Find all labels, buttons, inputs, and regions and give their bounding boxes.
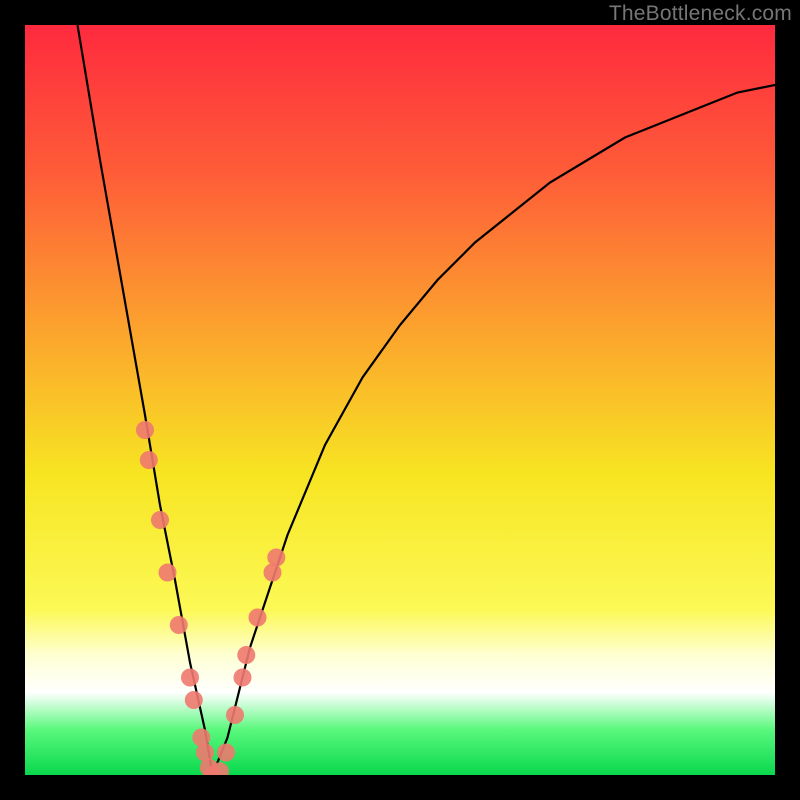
highlighted-dots-group — [136, 421, 285, 775]
highlight-dot — [196, 744, 214, 762]
chart-frame: TheBottleneck.com — [0, 0, 800, 800]
highlight-dot — [185, 691, 203, 709]
highlight-dot — [192, 729, 210, 747]
highlight-dot — [151, 511, 169, 529]
highlight-dot — [237, 646, 255, 664]
highlight-dot — [136, 421, 154, 439]
highlight-dot — [249, 609, 267, 627]
bottleneck-curve — [78, 25, 776, 775]
highlight-dot — [267, 549, 285, 567]
highlight-dot — [181, 669, 199, 687]
highlight-dot — [217, 744, 235, 762]
highlight-dot — [264, 564, 282, 582]
highlight-dot — [234, 669, 252, 687]
highlight-dot — [226, 706, 244, 724]
highlight-dot — [159, 564, 177, 582]
plot-background — [25, 25, 775, 775]
highlight-dot — [140, 451, 158, 469]
highlight-dot — [170, 616, 188, 634]
chart-svg — [25, 25, 775, 775]
watermark-text: TheBottleneck.com — [609, 2, 792, 26]
